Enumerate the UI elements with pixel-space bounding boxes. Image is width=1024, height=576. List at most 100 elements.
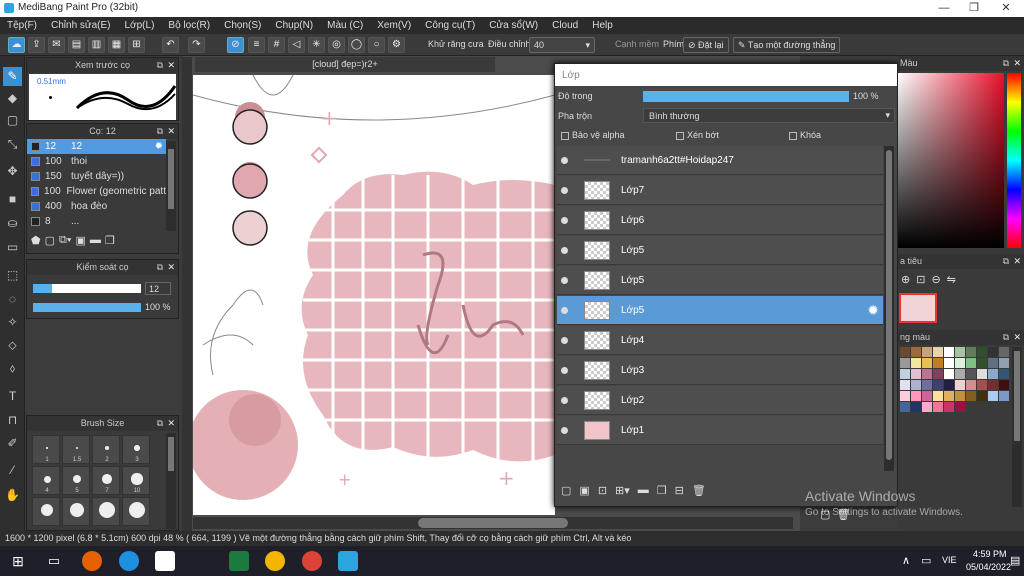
visibility-icon[interactable] (561, 187, 568, 194)
settings-snap-icon[interactable]: ⚙ (388, 37, 405, 53)
hand-tool-icon[interactable]: ✋ (3, 486, 22, 505)
brush-size-cell[interactable] (92, 497, 120, 526)
select-eraser-icon[interactable]: ⬨ (3, 359, 22, 378)
brush-list-scrollbar[interactable] (166, 141, 176, 231)
new-8bit-layer-icon[interactable]: ⊡ (598, 484, 607, 497)
zoom-in-icon[interactable]: ⊕ (901, 273, 910, 286)
move-tool-icon[interactable]: ✥ (3, 162, 22, 181)
network-icon[interactable]: ▭ (921, 554, 931, 567)
detach-icon[interactable]: ⧉ (157, 58, 163, 73)
chevron-up-icon[interactable]: ∧ (902, 554, 910, 567)
close-icon[interactable]: ✕ (167, 124, 175, 139)
palette-swatch[interactable] (988, 380, 998, 390)
zoom-out-icon[interactable]: ⊖ (931, 273, 940, 286)
duplicate-icon[interactable]: ❐ (105, 234, 115, 247)
folder-icon[interactable]: ▬ (638, 484, 649, 497)
palette-swatch[interactable] (955, 380, 965, 390)
palette-swatch[interactable] (922, 369, 932, 379)
folder-icon[interactable]: ▬ (90, 234, 101, 247)
select-pen-icon[interactable]: ⬦ (3, 336, 22, 355)
palette-swatch[interactable] (911, 402, 921, 412)
layer-row[interactable]: Lớp2 (557, 386, 883, 415)
palette-swatch[interactable] (900, 391, 910, 401)
palette-swatch[interactable] (966, 391, 976, 401)
brush-size-value[interactable]: 12 (145, 282, 171, 295)
detach-icon[interactable]: ⧉ (157, 260, 163, 275)
palette-swatch[interactable] (977, 358, 987, 368)
divide-tool-icon[interactable]: ⊓ (3, 411, 22, 430)
detach-icon[interactable]: ⧉ (157, 416, 163, 431)
palette-swatch[interactable] (933, 369, 943, 379)
layer-row[interactable]: Lớp1 (557, 416, 883, 445)
navigator-thumbnail[interactable] (899, 293, 937, 323)
lasso-tool-icon[interactable]: ◌ (3, 290, 22, 309)
task-view-icon[interactable]: ▭ (44, 551, 64, 571)
palette-swatch[interactable] (922, 347, 932, 357)
share-icon[interactable]: ⇪ (28, 37, 45, 53)
gear-icon[interactable]: ✹ (867, 302, 879, 319)
gear-icon[interactable]: ✹ (155, 141, 163, 152)
menu-filter[interactable]: Bộ lọc(R) (161, 20, 217, 31)
list-item[interactable]: 8... (27, 214, 166, 229)
menu-edit[interactable]: Chỉnh sửa(E) (44, 20, 118, 31)
undo-icon[interactable]: ↶ (162, 37, 179, 53)
close-icon[interactable]: ✕ (990, 0, 1022, 17)
menu-color[interactable]: Màu (C) (320, 20, 370, 31)
palette-swatch[interactable] (966, 358, 976, 368)
comment-icon[interactable]: ✉ (48, 37, 65, 53)
palette-swatch[interactable] (922, 391, 932, 401)
palette-swatch[interactable] (911, 391, 921, 401)
chrome-profile-icon[interactable] (302, 551, 322, 571)
line-button[interactable]: ✎ Tạo một đường thẳng (733, 37, 841, 53)
brush-size-cell[interactable]: 3 (122, 435, 150, 464)
ellipse-snap-icon[interactable]: ○ (368, 37, 385, 53)
palette-swatch[interactable] (977, 347, 987, 357)
new-brush-icon[interactable]: ▢ (45, 234, 55, 247)
visibility-icon[interactable] (561, 247, 568, 254)
clock-time[interactable]: 4:59 PM (973, 549, 1007, 559)
brush-size-cell[interactable] (62, 497, 90, 526)
brush-size-cell[interactable]: 5 (62, 466, 90, 495)
palette-swatch[interactable] (933, 358, 943, 368)
menu-tools[interactable]: Công cụ(T) (418, 20, 482, 31)
detach-icon[interactable]: ⧉ (157, 124, 163, 139)
merge-layer-icon[interactable]: ⊟ (675, 484, 684, 497)
palette-swatch[interactable] (922, 402, 932, 412)
brush-size-cell[interactable]: 4 (32, 466, 60, 495)
curve-snap-icon[interactable]: ◯ (348, 37, 365, 53)
palette-swatch[interactable] (966, 380, 976, 390)
lock-checkbox[interactable]: Khóa (789, 130, 821, 140)
palette-swatch[interactable] (900, 358, 910, 368)
palette-swatch[interactable] (977, 391, 987, 401)
fit-icon[interactable]: ⊡ (916, 273, 925, 286)
close-icon[interactable]: ✕ (167, 260, 175, 275)
menu-cloud[interactable]: Cloud (545, 20, 585, 31)
palette-swatch[interactable] (999, 358, 1009, 368)
page-icon[interactable]: ▥ (88, 37, 105, 53)
palette-swatch[interactable] (944, 391, 954, 401)
palette-swatch[interactable] (988, 391, 998, 401)
close-icon[interactable]: ✕ (1013, 330, 1021, 345)
flip-icon[interactable]: ⇋ (947, 273, 956, 286)
gradient-tool-icon[interactable]: ▭ (3, 238, 22, 257)
close-icon[interactable]: ✕ (167, 58, 175, 73)
protect-alpha-checkbox[interactable]: Bảo vệ alpha (561, 130, 676, 140)
list-item[interactable]: 400 hoa đèo (27, 199, 166, 214)
palette-swatch[interactable] (900, 347, 910, 357)
palette-swatch[interactable] (933, 391, 943, 401)
no-snap-icon[interactable]: ⊘ (227, 37, 244, 53)
palette-swatch[interactable] (966, 369, 976, 379)
close-icon[interactable]: ✕ (1013, 56, 1021, 71)
circle-snap-icon[interactable]: ◎ (328, 37, 345, 53)
palette-swatch[interactable] (933, 402, 943, 412)
palette-swatch[interactable] (911, 380, 921, 390)
brush-size-cell[interactable]: 7 (92, 466, 120, 495)
detach-icon[interactable]: ⧉ (1003, 254, 1009, 269)
palette-swatch[interactable] (944, 380, 954, 390)
palette-swatch[interactable] (922, 358, 932, 368)
hue-slider[interactable] (1007, 73, 1021, 248)
notification-icon[interactable]: ▤ (1010, 554, 1020, 567)
visibility-icon[interactable] (561, 337, 568, 344)
palette-swatch[interactable] (900, 402, 910, 412)
palette-swatch[interactable] (955, 391, 965, 401)
